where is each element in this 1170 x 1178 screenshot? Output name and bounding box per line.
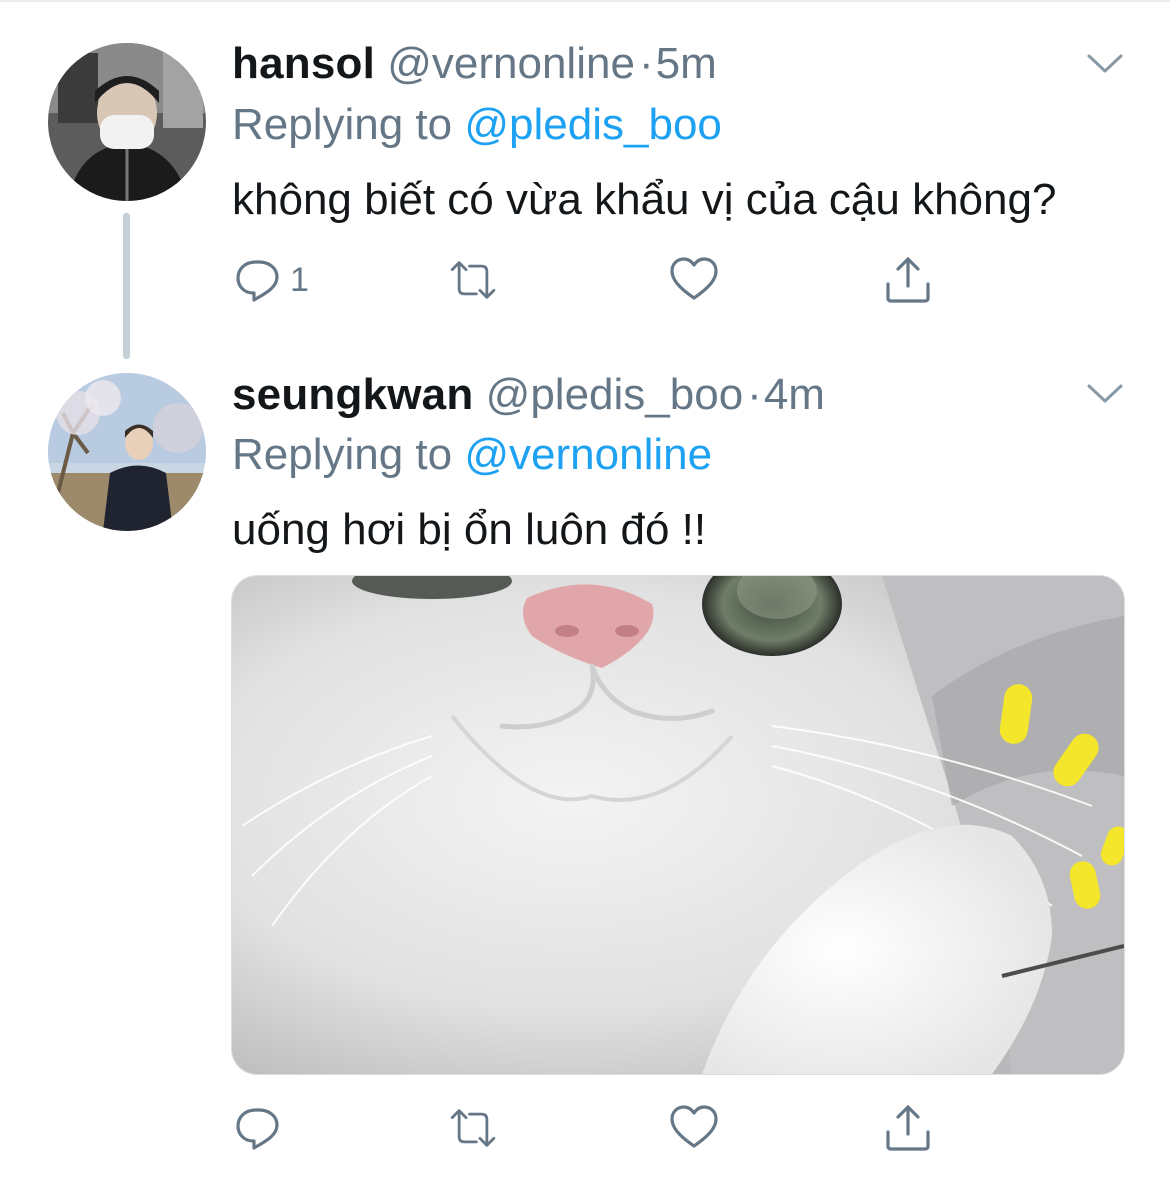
reply-button[interactable] — [232, 1098, 290, 1158]
chevron-down-icon[interactable] — [1086, 382, 1124, 406]
tweet-2[interactable]: seungkwan @pledis_boo·4m Replying to @ve… — [0, 0, 1170, 1178]
replying-prefix: Replying to — [232, 430, 453, 479]
tweet-text: uống hơi bị ổn luôn đó !! — [232, 505, 707, 554]
like-button[interactable] — [668, 1098, 720, 1158]
attached-photo[interactable] — [231, 575, 1125, 1075]
avatar-seungkwan[interactable] — [48, 373, 206, 531]
reply-icon — [236, 1108, 279, 1150]
retweet-icon — [450, 1109, 496, 1147]
tweet-header: seungkwan @pledis_boo·4m — [232, 369, 825, 421]
heart-icon — [670, 1105, 718, 1148]
timestamp[interactable]: 4m — [764, 370, 825, 419]
display-name[interactable]: seungkwan — [232, 370, 473, 419]
share-button[interactable] — [882, 1098, 934, 1158]
user-handle[interactable]: @pledis_boo — [486, 370, 744, 419]
share-icon — [886, 1105, 930, 1151]
replying-mention-link[interactable]: @vernonline — [464, 430, 712, 479]
replying-to-line: Replying to @vernonline — [232, 429, 712, 481]
tweet-actions — [232, 1098, 952, 1158]
separator-dot: · — [747, 370, 762, 419]
retweet-button[interactable] — [447, 1098, 499, 1158]
